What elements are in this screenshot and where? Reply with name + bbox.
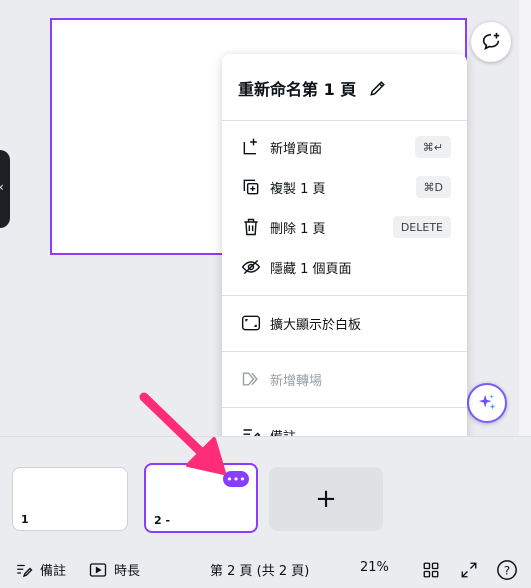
comment-plus-icon [482,32,500,50]
right-scrollbar[interactable] [519,0,531,436]
menu-item-label: 新增頁面 [270,141,323,157]
menu-divider [222,407,467,408]
help-icon: ? [497,560,517,580]
help-button[interactable]: ? [496,559,518,581]
svg-text:?: ? [504,564,510,578]
transition-icon [240,368,262,390]
play-icon [89,562,107,577]
menu-item-add-page[interactable]: 新增頁面 ⌘↵ [222,128,467,166]
menu-item-delete-page[interactable]: 刪除 1 頁 DELETE [222,208,467,246]
add-page-button[interactable]: + [269,467,383,531]
duration-label: 時長 [114,564,141,579]
page-number: 1 [21,513,29,526]
grid-view-button[interactable] [420,559,442,581]
bottom-toolbar: 備註 時長 第 2 頁 (共 2 頁) 21% ? [0,550,531,588]
menu-item-label: 刪除 1 頁 [270,221,326,237]
eye-off-icon [240,256,262,278]
menu-item-expand-whiteboard[interactable]: 擴大顯示於白板 [222,304,467,342]
left-panel-collapse-handle[interactable]: ‹ [0,150,10,228]
grid-icon [423,562,439,578]
add-comment-button[interactable] [471,22,511,62]
add-page-icon [240,136,262,158]
zoom-level[interactable]: 21% [360,560,389,575]
page-number: 2 - [154,514,171,527]
fullscreen-button[interactable] [458,559,480,581]
duration-button[interactable]: 時長 [88,560,140,579]
menu-item-duplicate-page[interactable]: 複製 1 頁 ⌘D [222,168,467,206]
trash-icon [240,216,262,238]
menu-divider [222,295,467,296]
page-thumbnail-strip: 1 ••• 2 - + [0,436,531,550]
menu-item-label: 複製 1 頁 [270,181,326,197]
shortcut-badge: ⌘D [415,176,451,198]
shortcut-badge: DELETE [392,216,451,238]
menu-item-label: 擴大顯示於白板 [270,317,362,333]
menu-item-label: 新增轉場 [270,373,323,389]
rename-page-row[interactable]: 重新命名第 1 頁 [222,68,467,108]
page-thumbnail-1[interactable]: 1 [12,467,128,531]
menu-item-hide-page[interactable]: 隱藏 1 個頁面 [222,248,467,286]
page-indicator[interactable]: 第 2 頁 (共 2 頁) [210,560,309,579]
menu-item-label: 隱藏 1 個頁面 [270,261,352,277]
chevron-left-icon: ‹ [0,180,4,194]
expand-icon [461,562,477,578]
duplicate-icon [240,176,262,198]
menu-divider [222,351,467,352]
page-thumbnail-2[interactable]: ••• 2 - [144,463,258,533]
sparkle-icon [478,394,496,410]
menu-divider [222,120,467,121]
page-more-options-button[interactable]: ••• [223,471,249,487]
menu-item-add-transition: 新增轉場 [222,360,467,398]
notes-icon [17,564,33,577]
notes-label: 備註 [40,564,67,579]
pencil-icon[interactable] [368,78,388,98]
shortcut-badge: ⌘↵ [414,136,451,158]
page-context-menu: 重新命名第 1 頁 新增頁面 ⌘↵ 複製 1 頁 ⌘D 刪除 1 頁 DELET… [222,54,467,463]
notes-button[interactable]: 備註 [14,560,66,579]
magic-assistant-button[interactable] [467,383,507,423]
menu-title[interactable]: 重新命名第 1 頁 [238,76,356,100]
whiteboard-icon [240,312,262,334]
